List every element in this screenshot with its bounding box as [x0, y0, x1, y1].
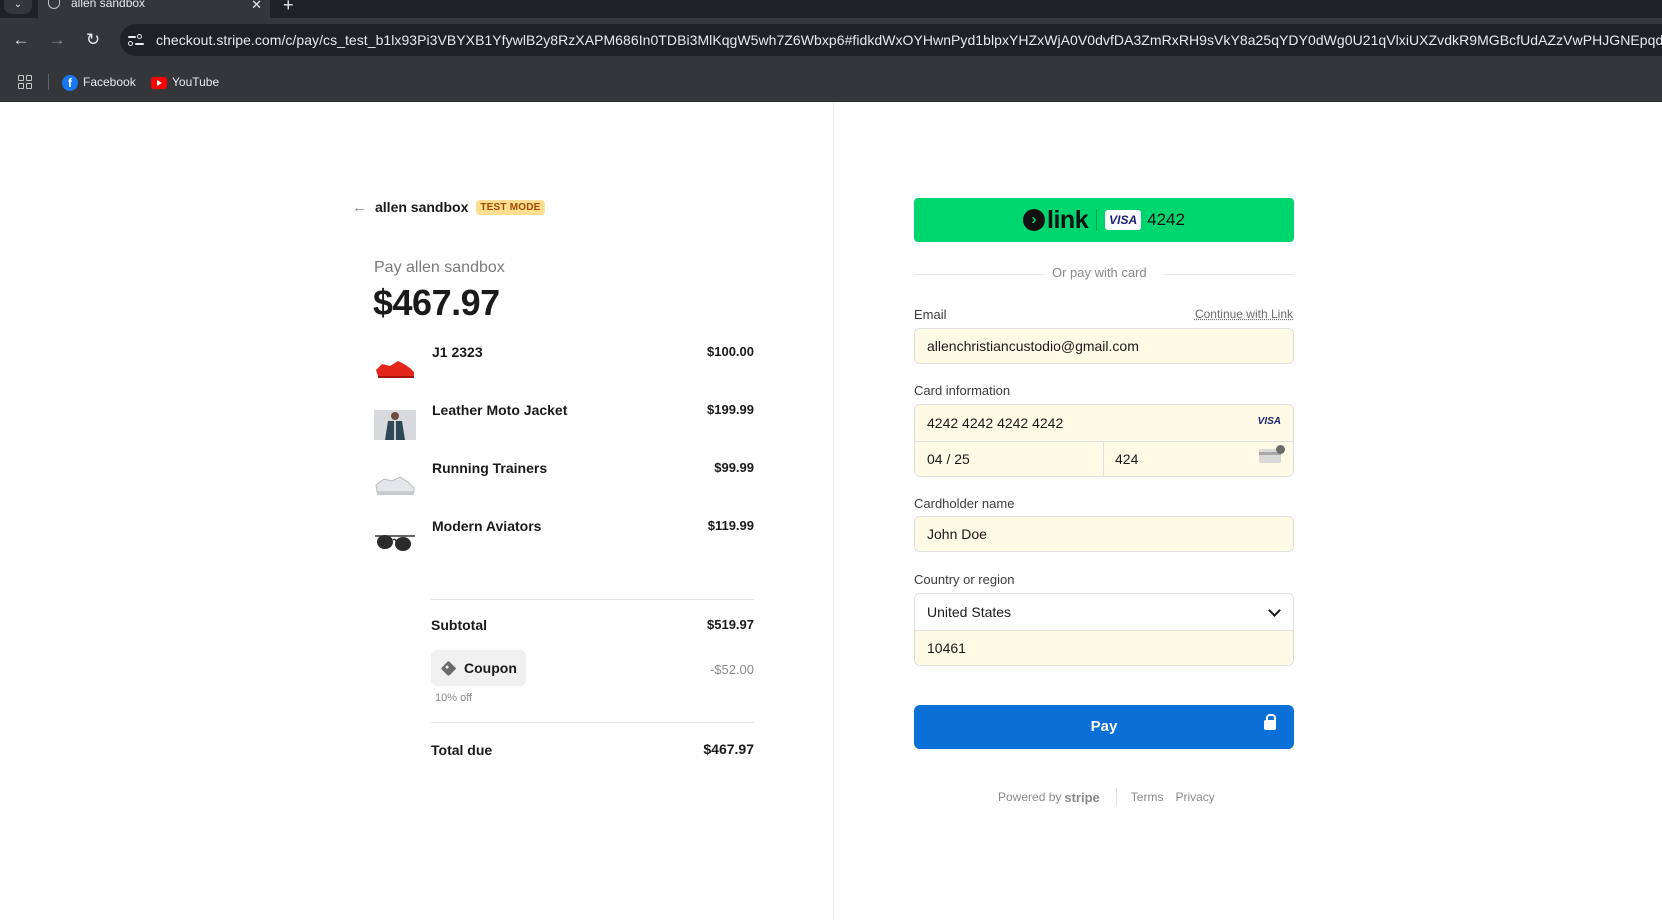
continue-with-link[interactable]: Continue with Link [1195, 307, 1293, 321]
cardholder-name-label: Cardholder name [914, 496, 1015, 511]
trainers-thumbnail [375, 476, 415, 495]
test-mode-badge: TEST MODE [476, 199, 545, 215]
sneaker-thumbnail [376, 361, 414, 378]
summary-divider [431, 599, 754, 600]
site-settings-icon[interactable] [128, 32, 144, 48]
link-pay-button[interactable]: › link VISA 4242 [914, 198, 1294, 242]
item-name: Leather Moto Jacket [432, 402, 568, 418]
or-divider-left [914, 274, 1044, 275]
email-label: Email [914, 307, 947, 322]
coupon-description: 10% off [435, 692, 473, 704]
cardholder-name-field[interactable]: John Doe [914, 516, 1294, 552]
link-arrow-icon: › [1023, 209, 1046, 231]
line-items: J1 2323 $100.00 Leather Moto Jacket $199… [374, 344, 754, 576]
country-label: Country or region [914, 572, 1015, 587]
lock-icon [1264, 714, 1276, 730]
card-divider [915, 441, 1293, 442]
jacket-thumbnail [374, 410, 416, 440]
item-price: $199.99 [707, 402, 754, 417]
browser-tabstrip: ⌄ allen sandbox ✕ + [0, 0, 1662, 18]
or-divider-right [1164, 274, 1294, 275]
item-price: $100.00 [707, 344, 754, 359]
visa-icon: VISA [1257, 416, 1281, 427]
stripe-logo[interactable]: stripe [1064, 790, 1099, 805]
country-zip-group: United States 10461 [914, 593, 1294, 666]
link-logo: › link [1023, 205, 1089, 235]
card-divider-vertical [1103, 441, 1104, 476]
browser-toolbar: ← → ↻ checkout.stripe.com/c/pay/cs_test_… [0, 18, 1662, 62]
card-information-label: Card information [914, 383, 1011, 398]
bookmarks-divider [48, 74, 49, 90]
back-button[interactable]: ← [8, 27, 34, 53]
sunglasses-thumbnail [375, 535, 415, 551]
total-due-value: $467.97 [703, 741, 754, 757]
bookmark-label: Facebook [83, 75, 136, 89]
coupon-discount: -$52.00 [709, 662, 754, 677]
subtotal-value: $519.97 [707, 617, 754, 632]
tag-icon [440, 660, 457, 676]
country-select[interactable]: United States [915, 594, 1293, 630]
browser-tab[interactable]: allen sandbox ✕ [38, 0, 270, 18]
apps-grid-icon[interactable] [18, 75, 32, 89]
bookmark-youtube[interactable]: YouTube [151, 73, 219, 91]
footer: Powered by stripe Terms Privacy [998, 788, 1227, 806]
card-expiry-field[interactable]: 04 / 25 [927, 442, 970, 476]
privacy-link[interactable]: Privacy [1175, 790, 1214, 804]
address-bar[interactable]: checkout.stripe.com/c/pay/cs_test_b1lx93… [120, 24, 1662, 56]
coupon-button[interactable]: Coupon [431, 650, 526, 686]
back-arrow-icon[interactable]: ← [352, 199, 367, 216]
link-card-last4: 4242 [1147, 210, 1185, 229]
total-due-label: Total due [431, 742, 493, 758]
item-name: Modern Aviators [432, 518, 542, 534]
item-price: $119.99 [707, 518, 754, 533]
youtube-icon [151, 76, 167, 89]
url-text[interactable]: checkout.stripe.com/c/pay/cs_test_b1lx93… [156, 32, 1662, 48]
email-field[interactable]: allenchristiancustodio@gmail.com [914, 328, 1294, 364]
card-input-group: 4242 4242 4242 4242 VISA 04 / 25 424 [914, 404, 1294, 477]
tab-search-button[interactable]: ⌄ [4, 0, 32, 14]
line-item: Modern Aviators $119.99 [374, 518, 754, 576]
merchant-name[interactable]: allen sandbox [375, 199, 468, 215]
facebook-icon: f [62, 74, 78, 91]
powered-by-text: Powered by [998, 790, 1062, 804]
merchant-header: ← allen sandbox TEST MODE [352, 197, 545, 217]
line-item: Running Trainers $99.99 [374, 460, 754, 518]
item-name: Running Trainers [432, 460, 548, 476]
pay-button[interactable]: Pay [914, 705, 1294, 749]
chevron-down-icon [1268, 604, 1281, 617]
bookmark-facebook[interactable]: f Facebook [62, 73, 136, 91]
coupon-label: Coupon [464, 660, 517, 676]
link-wordmark: link [1047, 205, 1089, 234]
pay-button-label: Pay [1090, 718, 1118, 735]
tab-close-icon[interactable]: ✕ [251, 0, 262, 13]
reload-button[interactable]: ↻ [80, 27, 106, 53]
card-cvc-field[interactable]: 424 [1115, 442, 1138, 476]
line-item: J1 2323 $100.00 [374, 344, 754, 402]
terms-link[interactable]: Terms [1131, 790, 1164, 804]
or-pay-with-card: Or pay with card [1052, 265, 1147, 280]
new-tab-button[interactable]: + [283, 0, 294, 16]
link-separator [1096, 209, 1098, 231]
total-divider [431, 722, 754, 723]
country-value: United States [927, 604, 1012, 620]
panel-divider [833, 102, 834, 920]
total-amount: $467.97 [373, 282, 500, 323]
cvc-card-icon [1259, 445, 1285, 463]
checkout-page: ← allen sandbox TEST MODE Pay allen sand… [0, 102, 1662, 920]
forward-button[interactable]: → [44, 27, 70, 53]
line-item: Leather Moto Jacket $199.99 [374, 402, 754, 460]
pay-label: Pay allen sandbox [374, 259, 505, 276]
item-price: $99.99 [714, 460, 754, 475]
item-name: J1 2323 [432, 344, 483, 360]
visa-card-icon: VISA [1105, 210, 1142, 230]
globe-icon [48, 0, 60, 9]
subtotal-label: Subtotal [431, 617, 487, 633]
footer-divider [1115, 788, 1117, 806]
tab-title: allen sandbox [71, 0, 146, 10]
zip-field[interactable]: 10461 [915, 630, 1293, 665]
bookmark-label: YouTube [172, 75, 220, 89]
bookmarks-bar: f Facebook YouTube [0, 62, 1662, 102]
card-number-field[interactable]: 4242 4242 4242 4242 [927, 405, 1063, 441]
